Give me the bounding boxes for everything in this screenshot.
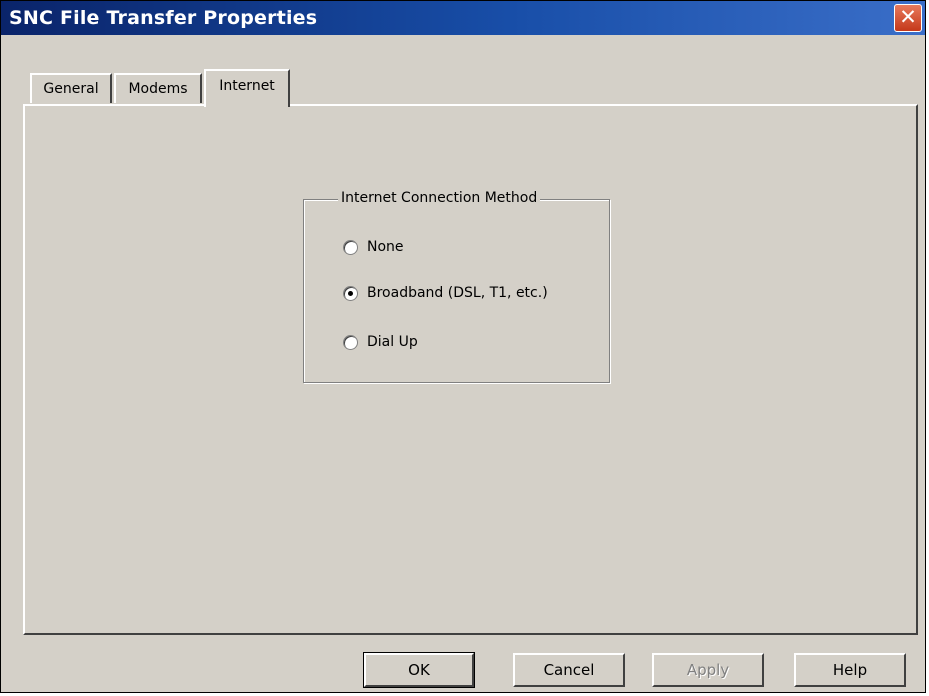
radio-button-selected-icon[interactable] <box>343 285 358 301</box>
dialog-window: SNC File Transfer Properties ✕ General M… <box>0 0 926 693</box>
tab-label: Modems <box>128 81 188 97</box>
radio-label: Dial Up <box>367 334 418 350</box>
cancel-button[interactable]: Cancel <box>513 653 625 687</box>
tab-modems[interactable]: Modems <box>114 73 202 103</box>
radio-broadband[interactable]: Broadband (DSL, T1, etc.) <box>343 282 548 304</box>
radio-label: None <box>367 239 404 255</box>
radio-button-icon[interactable] <box>343 334 358 350</box>
ok-button[interactable]: OK <box>363 652 475 688</box>
radio-dot-icon <box>348 290 353 296</box>
close-icon: ✕ <box>899 5 917 29</box>
help-button[interactable]: Help <box>794 653 906 687</box>
radio-none[interactable]: None <box>343 236 404 258</box>
tab-general[interactable]: General <box>30 73 112 103</box>
close-button[interactable]: ✕ <box>894 4 922 32</box>
tab-label: General <box>43 81 99 97</box>
window-title: SNC File Transfer Properties <box>9 7 318 29</box>
title-bar: SNC File Transfer Properties ✕ <box>1 1 925 35</box>
radio-button-icon[interactable] <box>343 239 358 255</box>
tab-internet[interactable]: Internet <box>204 69 290 107</box>
tab-label: Internet <box>219 78 275 94</box>
radio-label: Broadband (DSL, T1, etc.) <box>367 285 548 301</box>
groupbox-title: Internet Connection Method <box>338 190 541 206</box>
radio-dial-up[interactable]: Dial Up <box>343 331 418 353</box>
apply-button: Apply <box>652 653 764 687</box>
